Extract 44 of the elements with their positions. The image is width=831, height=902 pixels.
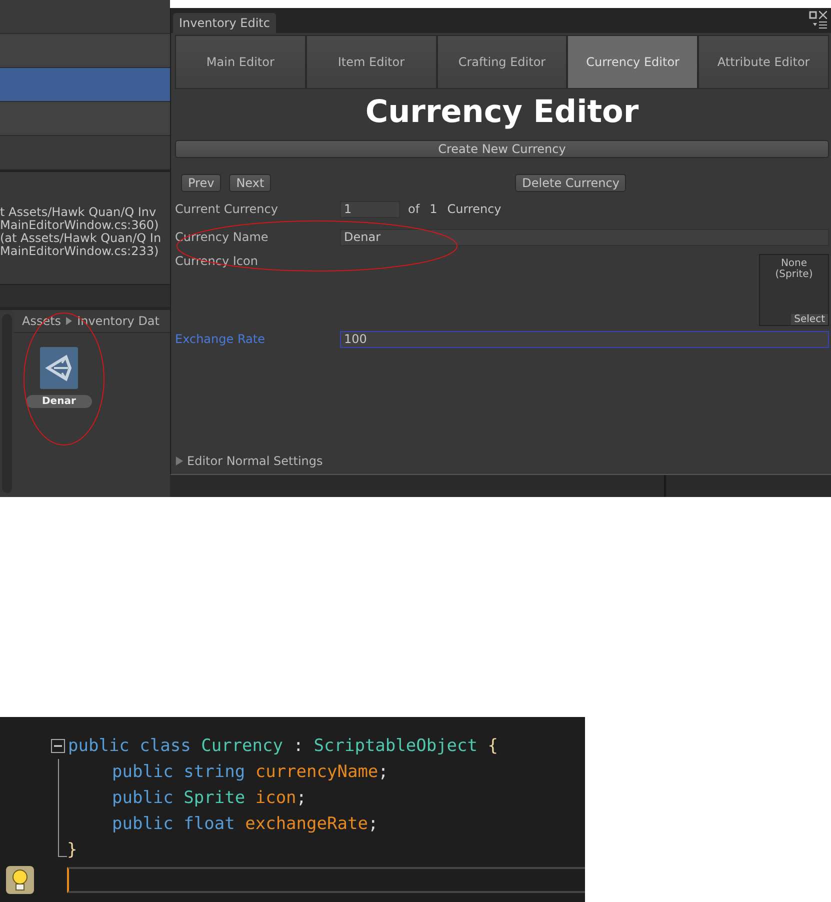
next-button[interactable]: Next (229, 174, 272, 192)
collapse-icon[interactable] (51, 739, 65, 753)
sprite-placeholder: None (Sprite) (774, 258, 814, 280)
prev-button[interactable]: Prev (181, 174, 222, 192)
editor-tab[interactable]: Crafting Editor (436, 35, 568, 89)
editor-tab[interactable]: Attribute Editor (698, 35, 829, 89)
hierarchy-row[interactable] (0, 102, 170, 136)
triangle-icon[interactable] (175, 456, 184, 466)
console-line: MainEditorWindow.cs:233) (0, 245, 160, 258)
hierarchy-row[interactable] (0, 34, 170, 68)
code-line: public string currencyName; (112, 761, 388, 784)
number-field[interactable]: 1 (340, 200, 400, 218)
close-icon[interactable] (819, 11, 827, 19)
console-line: (at Assets/Hawk Quan/Q In (0, 232, 162, 245)
cube-logo-icon[interactable] (40, 347, 78, 389)
editor-tab[interactable]: Item Editor (306, 35, 437, 89)
select-button[interactable]: Select (791, 314, 828, 325)
arrow-icon (66, 317, 72, 325)
of-text: of (408, 202, 420, 216)
console-line: t Assets/Hawk Quan/Q Inv (0, 206, 158, 219)
text-field[interactable]: Denar (340, 228, 829, 246)
foldout-label[interactable]: Editor Normal Settings (187, 454, 323, 468)
console-line: MainEditorWindow.cs:360) (0, 219, 160, 232)
editor-heading: Currency Editor (364, 93, 640, 132)
editor-tab[interactable]: Main Editor (175, 35, 306, 89)
code-line: } (67, 839, 78, 862)
asset-label[interactable]: Denar (26, 395, 92, 408)
window-tab[interactable]: Inventory Editc (173, 13, 276, 33)
code-line: public float exchangeRate; (112, 813, 380, 836)
hierarchy-row[interactable] (0, 68, 170, 102)
create-button[interactable]: Create New Currency (175, 140, 829, 158)
field-label: Current Currency (175, 202, 279, 216)
lightbulb-icon[interactable] (6, 866, 34, 894)
maximize-icon[interactable] (809, 11, 817, 19)
text-field[interactable]: 100 (340, 330, 829, 348)
unit-text: Currency (447, 202, 502, 216)
code-line: public class Currency : ScriptableObject { (68, 735, 498, 758)
field-label: Exchange Rate (175, 332, 266, 346)
delete-button[interactable]: Delete Currency (515, 174, 626, 192)
total-count: 1 (430, 202, 438, 216)
editor-tab[interactable]: Currency Editor (567, 35, 698, 89)
code-line: public Sprite icon; (112, 787, 308, 810)
menu-icon[interactable] (813, 21, 827, 29)
sprite-field[interactable]: None (Sprite) Select (759, 254, 829, 326)
